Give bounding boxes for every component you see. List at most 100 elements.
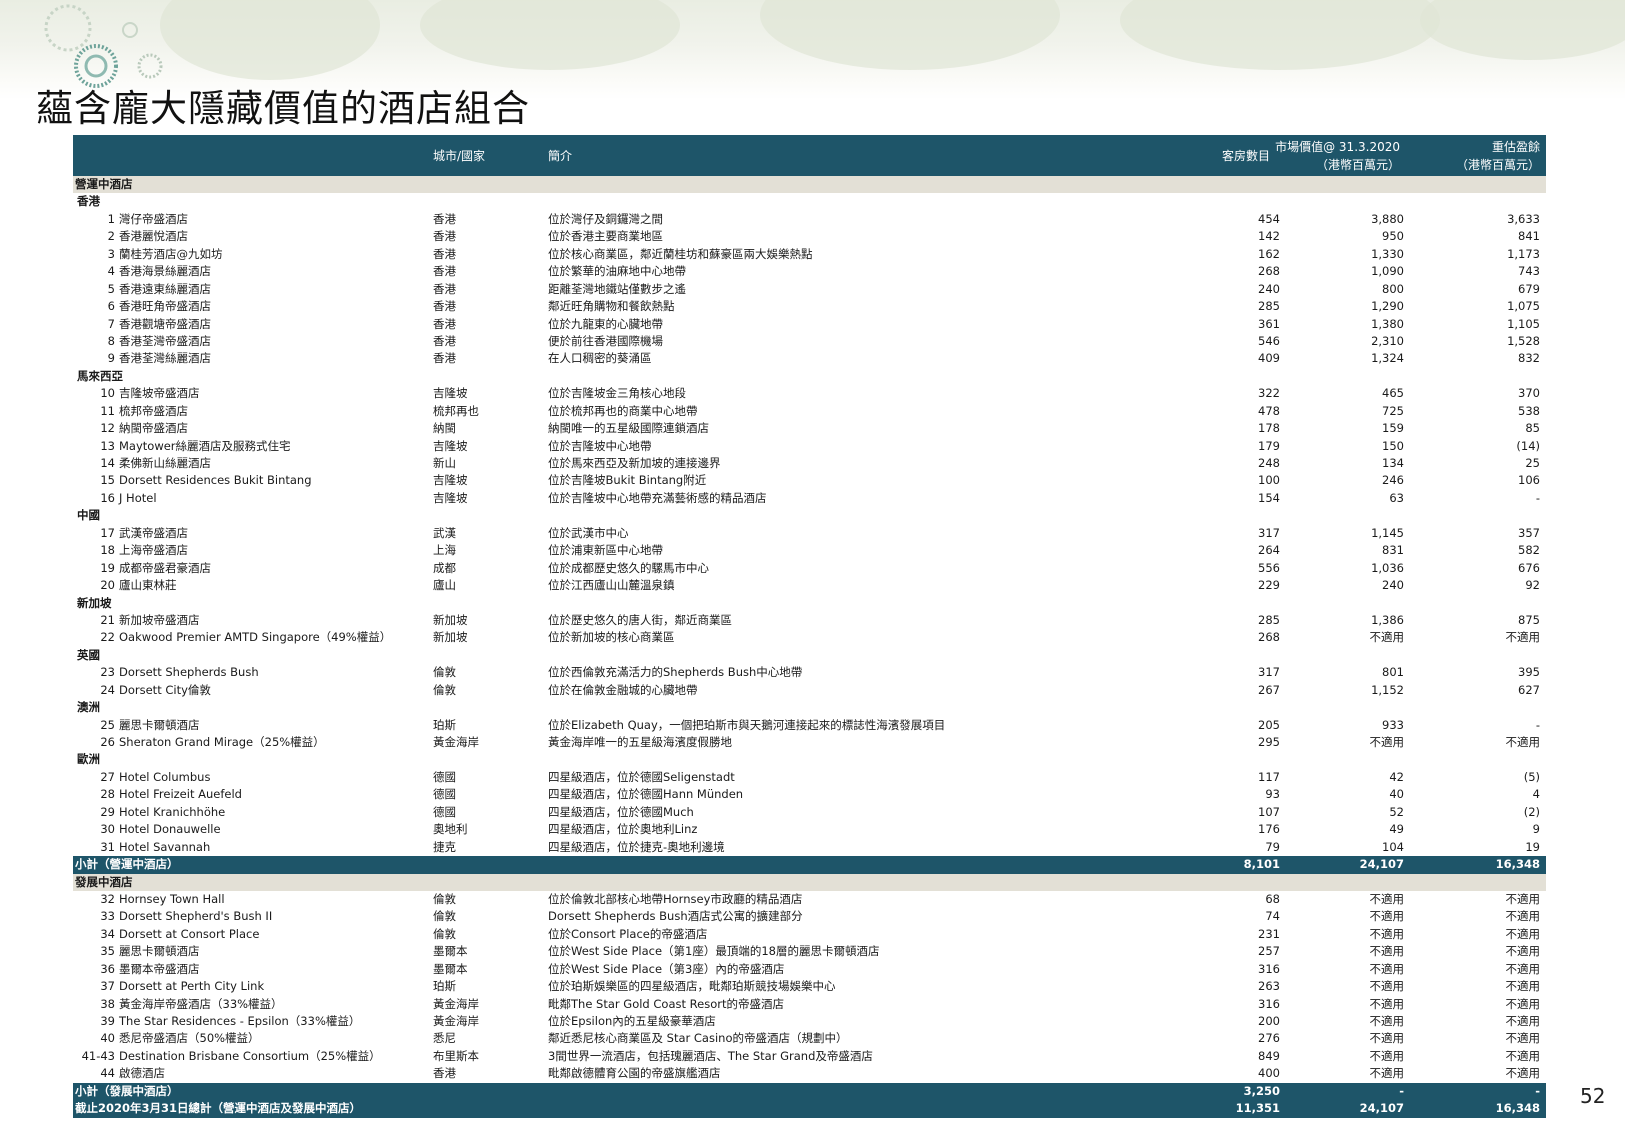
hotel-number: 22 <box>100 630 115 645</box>
hotel-market-value: 1,145 <box>1371 525 1404 540</box>
table-row: 32 Hornsey Town Hall 倫敦 位於倫敦北部核心地帶Hornsey市政… <box>73 891 1546 908</box>
hotel-revaluation: 875 <box>1518 612 1540 627</box>
hotel-name: Hornsey Town Hall <box>119 891 225 906</box>
page-title: 蘊含龐大隱藏價值的酒店組合 <box>36 87 530 130</box>
hotel-revaluation: 不適用 <box>1505 1031 1541 1046</box>
subtotal-rooms: 8,101 <box>1243 857 1280 872</box>
hotel-city: 黃金海岸 <box>433 1014 479 1028</box>
hotel-revaluation: 1,173 <box>1507 246 1540 261</box>
hotel-market-value: 1,330 <box>1371 246 1404 261</box>
region-label: 馬來西亞 <box>77 368 123 383</box>
hotel-rooms: 205 <box>1258 717 1280 732</box>
hotel-number: 32 <box>100 891 115 906</box>
hotel-city: 德國 <box>433 787 456 802</box>
subtotal-revaluation: 16,348 <box>1495 857 1540 872</box>
hotel-name: 麗思卡爾頓酒店 <box>119 717 200 732</box>
hotel-market-value: 159 <box>1382 421 1404 436</box>
hotel-revaluation: 4 <box>1532 787 1540 802</box>
hotel-name: 柔佛新山絲麗酒店 <box>119 456 211 470</box>
hotel-revaluation: 106 <box>1518 473 1540 488</box>
hotel-rooms: 317 <box>1258 525 1280 540</box>
hotel-city: 吉隆坡 <box>433 386 468 401</box>
hotel-revaluation: 25 <box>1525 456 1540 470</box>
table-row: 13 Maytower絲麗酒店及服務式住宅 吉隆坡 位於吉隆坡中心地帶 179 150 (1… <box>73 438 1546 455</box>
hotel-description: 黃金海岸唯一的五星級海濱度假勝地 <box>548 735 732 749</box>
hotel-city: 悉尼 <box>433 1031 456 1046</box>
hotel-city: 布里斯本 <box>433 1048 479 1063</box>
table-row: 21 新加坡帝盛酒店 新加坡 位於歷史悠久的唐人街，鄰近商業區 285 1,386 875 <box>73 612 1546 629</box>
hotel-rooms: 142 <box>1258 229 1280 244</box>
table-row: 3 蘭桂芳酒店@九如坊 香港 位於核心商業區，鄰近蘭桂坊和蘇豪區兩大娛樂熱點 162 1,… <box>73 246 1546 263</box>
hotel-revaluation: 1,105 <box>1507 316 1540 331</box>
hotel-rooms: 240 <box>1258 281 1280 296</box>
hotel-name: Dorsett Shepherds Bush <box>119 665 259 680</box>
subtotal-revaluation: - <box>1535 1083 1540 1098</box>
hotel-description: 位於灣仔及銅鑼灣之間 <box>548 211 663 226</box>
hotel-city: 德國 <box>433 769 456 784</box>
hotel-city: 倫敦 <box>433 665 456 680</box>
table-row: 30 Hotel Donauwelle 奧地利 四星級酒店，位於奧地利Linz 176 4… <box>73 821 1546 838</box>
hotel-number: 5 <box>107 281 115 296</box>
hotel-number: 11 <box>100 403 115 418</box>
hotel-name: Dorsett City倫敦 <box>119 682 211 697</box>
hotel-market-value: 950 <box>1382 229 1404 244</box>
hotel-rooms: 264 <box>1258 543 1280 558</box>
hotel-description: 位於倫敦北部核心地帶Hornsey市政廳的精品酒店 <box>548 891 803 906</box>
hotel-rooms: 257 <box>1258 944 1280 959</box>
hotel-rooms: 100 <box>1258 473 1280 488</box>
hotel-description: 位於梳邦再也的商業中心地帶 <box>548 403 698 418</box>
hotel-number: 4 <box>107 264 115 279</box>
hotel-city: 捷克 <box>433 839 456 854</box>
hotel-revaluation: 1,075 <box>1507 299 1540 314</box>
hotel-market-value: 800 <box>1382 281 1404 296</box>
hotel-market-value: 40 <box>1389 787 1404 802</box>
hotel-name: Dorsett at Perth City Link <box>119 979 265 994</box>
table-row: 16 J Hotel 吉隆坡 位於吉隆坡中心地帶充滿藝術感的精品酒店 154 63 - <box>73 490 1546 507</box>
hotel-description: 位於浦東新區中心地帶 <box>548 543 663 558</box>
table-row: 12 納閩帝盛酒店 納閩 納閩唯一的五星級國際連鎖酒店 178 159 85 <box>73 420 1546 437</box>
hotel-market-value: 134 <box>1382 456 1404 470</box>
hotel-name: Dorsett Shepherd's Bush II <box>119 909 273 924</box>
hotel-description: 位於在倫敦金融城的心臟地帶 <box>548 682 698 697</box>
hotel-city: 吉隆坡 <box>433 473 468 488</box>
table-row: 2 香港麗悅酒店 香港 位於香港主要商業地區 142 950 841 <box>73 228 1546 245</box>
table-row: 34 Dorsett at Consort Place 倫敦 位於Consort Pl… <box>73 926 1546 943</box>
hotel-market-value: 63 <box>1389 490 1404 505</box>
hotel-description: 位於江西廬山山麓溫泉鎮 <box>548 578 675 593</box>
hotel-number: 1 <box>107 211 115 226</box>
region-header: 馬來西亞 <box>73 368 1546 385</box>
hotel-description: 位於九龍東的心臟地帶 <box>548 316 663 331</box>
hotel-description: 位於珀斯娛樂區的四星級酒店，毗鄰珀斯競技場娛樂中心 <box>548 979 836 994</box>
hotel-name: 香港麗悅酒店 <box>119 229 188 244</box>
hotel-description: 位於West Side Place（第1座）最頂端的18層的麗思卡爾頓酒店 <box>548 944 880 959</box>
subtotal-market-value: 24,107 <box>1359 1101 1404 1116</box>
hotel-description: 鄰近悉尼核心商業區及 Star Casino的帝盛酒店（規劃中） <box>548 1031 848 1046</box>
hotel-market-value: 1,036 <box>1371 560 1404 575</box>
hotel-name: 廬山東林莊 <box>119 578 177 593</box>
hotel-description: 位於West Side Place（第3座）內的帝盛酒店 <box>548 961 785 976</box>
hotel-market-value: 465 <box>1382 386 1404 401</box>
hotel-rooms: 295 <box>1258 735 1280 749</box>
hotel-name: 啟德酒店 <box>119 1066 165 1081</box>
hotel-number: 30 <box>100 822 115 837</box>
hotel-description: 位於武漢市中心 <box>548 525 629 540</box>
region-header: 新加坡 <box>73 595 1546 612</box>
hotel-number: 29 <box>100 804 115 819</box>
hotel-revaluation: - <box>1535 717 1540 732</box>
header-revaluation: 重估盈餘 <box>1491 140 1540 154</box>
header-revaluation-unit: （港幣百萬元） <box>1455 158 1540 172</box>
hotel-market-value: 1,386 <box>1371 612 1404 627</box>
hotel-number: 41-43 <box>81 1048 115 1063</box>
hotel-rooms: 268 <box>1258 630 1280 645</box>
hotel-rooms: 409 <box>1258 351 1280 366</box>
hotel-rooms: 200 <box>1258 1014 1280 1028</box>
hotel-revaluation: 不適用 <box>1505 944 1541 959</box>
hotel-city: 武漢 <box>433 525 456 540</box>
hotel-city: 梳邦再也 <box>433 403 479 418</box>
hotel-market-value: 1,290 <box>1371 299 1404 314</box>
region-label: 香港 <box>77 194 100 209</box>
hotel-market-value: 不適用 <box>1369 1048 1405 1063</box>
hotel-description: 四星級酒店，位於德國Seligenstadt <box>548 769 735 784</box>
subtotal-label: 小計（發展中酒店） <box>75 1083 179 1098</box>
hotel-description: 位於Epsilon內的五星級豪華酒店 <box>548 1014 716 1028</box>
